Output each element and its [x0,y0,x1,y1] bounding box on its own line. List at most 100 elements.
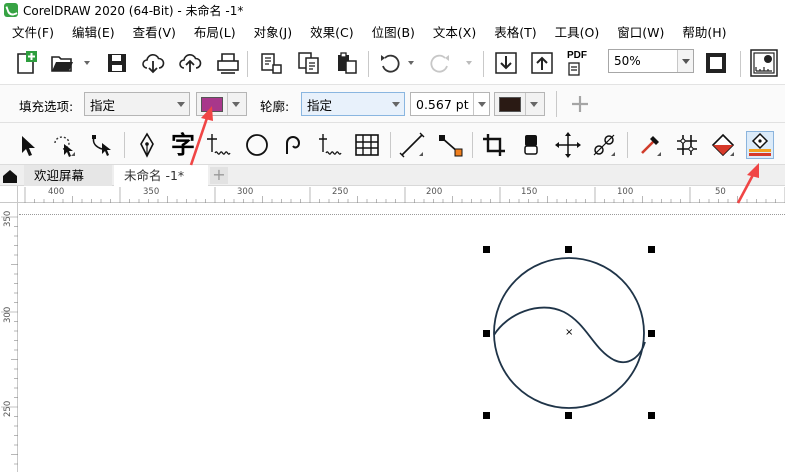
outline-color-dropdown-icon[interactable] [525,93,541,115]
pick-tool-icon[interactable] [13,131,41,159]
fill-type-dropdown-icon[interactable] [173,93,189,115]
crop-tool-icon[interactable] [480,131,508,159]
interactive-fill-tool-icon[interactable] [709,131,737,159]
undo-icon[interactable] [378,51,402,75]
blend-tool-icon[interactable] [590,131,618,159]
spiral-shape-tool-icon[interactable] [279,131,307,159]
cloud-upload-icon[interactable] [178,51,202,75]
paste-icon[interactable] [334,51,358,75]
outline-type-combo[interactable]: 指定 [301,92,405,116]
outline-width-value: 0.567 pt [416,96,469,112]
tab-document[interactable]: 未命名 -1* [114,165,208,186]
menu-tools[interactable]: 工具(O) [545,22,600,41]
ruler-label: 200 [426,187,443,197]
selection-handle-bottom-right[interactable] [648,412,655,419]
tab-welcome-screen[interactable]: 欢迎屏幕 [24,165,112,186]
add-preset-plus-icon[interactable] [569,93,591,115]
publish-pdf-icon[interactable]: PDF [566,50,594,78]
menu-effects[interactable]: 效果(C) [300,22,353,41]
menu-view[interactable]: 查看(V) [123,22,176,41]
menu-layout[interactable]: 布局(L) [184,22,236,41]
parallel-dimension-tool-icon[interactable] [204,131,232,159]
zoom-dropdown-icon[interactable] [677,50,693,72]
import-icon[interactable] [494,51,518,75]
fill-color-picker[interactable] [196,92,247,116]
horizontal-ruler[interactable]: 400 350 300 250 200 150 100 50 [18,186,785,203]
save-icon[interactable] [105,51,129,75]
selection-handle-top-right[interactable] [648,246,655,253]
selection-handle-left[interactable] [483,330,490,337]
outline-color-picker[interactable] [494,92,545,116]
new-document-icon[interactable] [14,51,38,75]
selection-handle-bottom[interactable] [565,412,572,419]
menu-bitmaps[interactable]: 位图(B) [362,22,415,41]
zoom-level-combo[interactable]: 50% [608,49,694,73]
selection-handle-right[interactable] [648,330,655,337]
home-icon[interactable] [0,165,20,186]
vertical-ruler[interactable]: 350 300 250 [0,203,18,472]
open-dropdown-icon[interactable] [84,61,90,65]
outline-type-dropdown-icon[interactable] [388,93,404,115]
open-folder-icon[interactable] [50,51,74,75]
selection-handle-top-left[interactable] [483,246,490,253]
menu-help[interactable]: 帮助(H) [672,22,726,41]
undo-dropdown-icon[interactable] [408,61,414,65]
menu-object[interactable]: 对象(J) [244,22,292,41]
add-tab-button[interactable]: + [210,167,228,184]
cloud-download-icon[interactable] [141,51,165,75]
table-tool-icon[interactable] [353,131,381,159]
connector-tool-icon[interactable] [436,131,464,159]
toolbar-separator [483,51,484,77]
outline-width-combo[interactable]: 0.567 pt [410,92,490,116]
smart-fill-tool-button[interactable] [746,131,774,159]
copy-document-icon[interactable] [297,51,321,75]
menu-text[interactable]: 文本(X) [423,22,476,41]
window-title: CorelDRAW 2020 (64-Bit) - 未命名 -1* [23,3,244,18]
outline-type-value: 指定 [307,97,333,113]
redo-icon [430,54,449,73]
freehand-pick-tool-icon[interactable] [50,131,78,159]
ruler-label: 400 [48,187,65,197]
print-icon[interactable] [216,51,240,75]
pdf-document-icon [568,62,580,76]
dimension-tool-icon[interactable] [398,131,426,159]
drawing-canvas[interactable]: × [19,204,785,472]
transform-tool-icon[interactable] [554,131,582,159]
selection-handle-bottom-left[interactable] [483,412,490,419]
ruler-label: 250 [332,187,349,197]
full-screen-icon[interactable] [704,51,728,75]
menu-edit[interactable]: 编辑(E) [62,22,115,41]
toolbar-separator [368,51,369,77]
ellipse-tool-icon[interactable] [243,131,271,159]
artistic-media-tool-icon[interactable] [315,131,343,159]
smart-fill-tool-icon [749,132,771,156]
toolbox-separator [627,132,628,158]
outline-width-dropdown-icon[interactable] [473,93,489,115]
selection-handle-top[interactable] [565,246,572,253]
options-ruler-icon[interactable] [750,49,778,77]
fill-color-dropdown-icon[interactable] [227,93,243,115]
menu-table[interactable]: 表格(T) [484,22,536,41]
mesh-fill-tool-icon[interactable] [673,131,701,159]
menu-window[interactable]: 窗口(W) [607,22,664,41]
property-bar: 填充选项: 指定 轮廓: 指定 0.567 pt [0,85,785,123]
toolbar-separator [247,51,248,77]
menu-file[interactable]: 文件(F) [0,22,54,41]
document-tab-bar: 欢迎屏幕 未命名 -1* + [0,165,785,186]
selection-center-mark[interactable]: × [565,328,573,338]
eyedropper-tool-icon[interactable] [636,131,664,159]
fill-type-value: 指定 [90,97,116,113]
fill-type-combo[interactable]: 指定 [84,92,190,116]
ruler-origin-corner[interactable] [0,186,18,203]
fill-color-swatch[interactable] [201,96,223,112]
pen-tool-icon[interactable] [133,131,161,159]
export-icon[interactable] [530,51,554,75]
shape-tool-icon[interactable] [88,131,116,159]
toolbox-separator [472,132,473,158]
ruler-label: 350 [143,187,160,197]
text-tool-icon[interactable]: 字 [169,131,197,159]
eraser-tool-icon[interactable] [517,131,545,159]
import-document-icon[interactable] [259,51,283,75]
fill-options-label: 填充选项: [19,99,74,114]
outline-color-swatch[interactable] [499,96,521,112]
